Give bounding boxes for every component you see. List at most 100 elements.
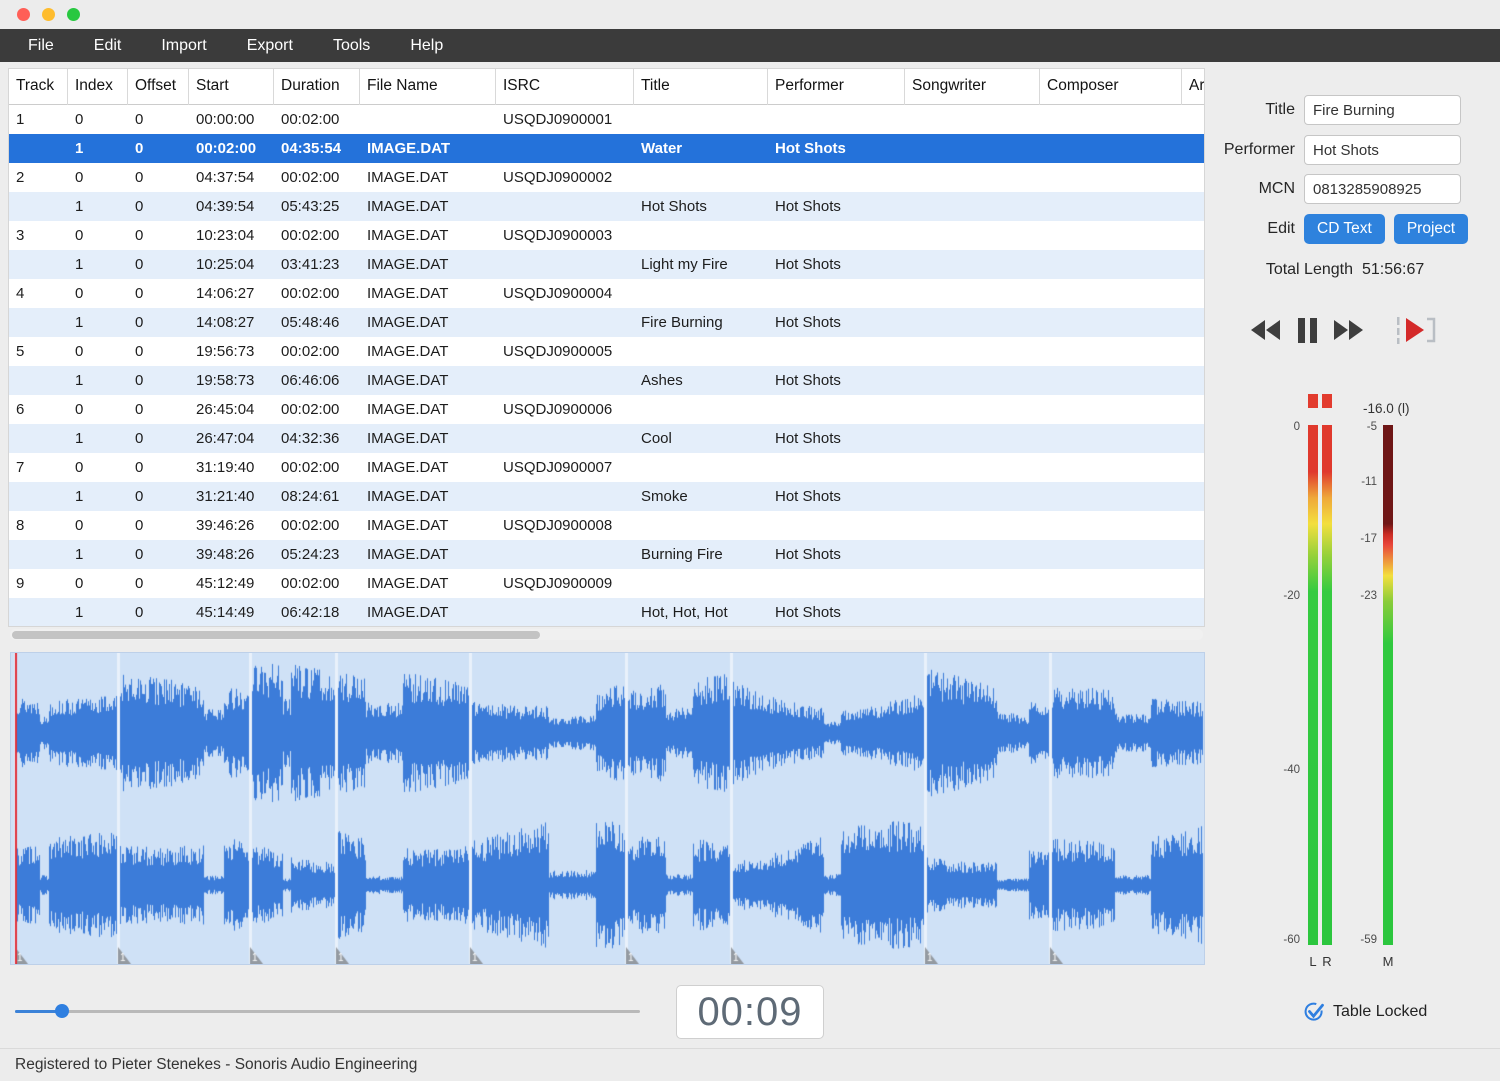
performer-input[interactable] [1304, 135, 1461, 165]
cell-duration: 03:41:23 [274, 256, 360, 273]
cell-performer: Hot Shots [768, 546, 905, 563]
slider-handle[interactable] [55, 1004, 69, 1018]
table-row[interactable]: 70031:19:4000:02:00IMAGE.DATUSQDJ0900007 [9, 453, 1204, 482]
cell-duration: 00:02:00 [274, 169, 360, 186]
cell-file: IMAGE.DAT [360, 575, 496, 592]
column-header-file-name[interactable]: File Name [360, 69, 496, 105]
cell-file: IMAGE.DAT [360, 227, 496, 244]
title-input[interactable] [1304, 95, 1461, 125]
table-row[interactable]: 30010:23:0400:02:00IMAGE.DATUSQDJ0900003 [9, 221, 1204, 250]
cell-duration: 00:02:00 [274, 401, 360, 418]
column-header-title[interactable]: Title [634, 69, 768, 105]
minimize-window-button[interactable] [42, 8, 55, 21]
table-row[interactable]: 1004:39:5405:43:25IMAGE.DATHot ShotsHot … [9, 192, 1204, 221]
menu-file[interactable]: File [8, 29, 74, 62]
menu-tools[interactable]: Tools [313, 29, 390, 62]
cell-performer: Hot Shots [768, 488, 905, 505]
table-row[interactable]: 50019:56:7300:02:00IMAGE.DATUSQDJ0900005 [9, 337, 1204, 366]
column-header-songwriter[interactable]: Songwriter [905, 69, 1040, 105]
table-row[interactable]: 1014:08:2705:48:46IMAGE.DATFire BurningH… [9, 308, 1204, 337]
table-locked-checkbox[interactable]: Table Locked [1303, 1001, 1427, 1023]
cell-title: Light my Fire [634, 256, 768, 273]
zoom-window-button[interactable] [67, 8, 80, 21]
column-header-composer[interactable]: Composer [1040, 69, 1182, 105]
project-button[interactable]: Project [1394, 214, 1468, 244]
waveform-canvas[interactable] [11, 653, 1204, 964]
menu-bar: FileEditImportExportToolsHelp [0, 29, 1500, 62]
menu-edit[interactable]: Edit [74, 29, 142, 62]
menu-help[interactable]: Help [390, 29, 463, 62]
cell-offset: 0 [128, 459, 189, 476]
m-scale-label: -11 [1337, 475, 1377, 489]
cell-track: 1 [9, 111, 68, 128]
cell-isrc: USQDJ0900004 [496, 285, 634, 302]
cell-offset: 0 [128, 372, 189, 389]
title-label: Title [1205, 101, 1295, 119]
cell-duration: 00:02:00 [274, 343, 360, 360]
cell-performer: Hot Shots [768, 198, 905, 215]
meter-scale-label: -20 [1260, 589, 1300, 603]
play-selection-button[interactable] [1395, 315, 1437, 345]
column-header-index[interactable]: Index [68, 69, 128, 105]
cell-track: 4 [9, 285, 68, 302]
table-row[interactable]: 1000:02:0004:35:54IMAGE.DATWaterHot Shot… [9, 134, 1204, 163]
table-row[interactable]: 1031:21:4008:24:61IMAGE.DATSmokeHot Shot… [9, 482, 1204, 511]
cell-start: 10:25:04 [189, 256, 274, 273]
meter-bar-mono [1383, 425, 1393, 945]
cell-offset: 0 [128, 111, 189, 128]
table-row[interactable]: 1019:58:7306:46:06IMAGE.DATAshesHot Shot… [9, 366, 1204, 395]
cell-file: IMAGE.DAT [360, 546, 496, 563]
table-horizontal-scrollbar[interactable] [10, 629, 1203, 640]
cell-index: 0 [68, 169, 128, 186]
column-header-isrc[interactable]: ISRC [496, 69, 634, 105]
loudness-readout: -16.0 (l) [1363, 401, 1410, 416]
table-row[interactable]: 80039:46:2600:02:00IMAGE.DATUSQDJ0900008 [9, 511, 1204, 540]
cell-duration: 04:35:54 [274, 140, 360, 157]
fast-forward-button[interactable] [1334, 320, 1364, 340]
cell-isrc: USQDJ0900003 [496, 227, 634, 244]
column-header-duration[interactable]: Duration [274, 69, 360, 105]
cell-offset: 0 [128, 169, 189, 186]
column-header-track[interactable]: Track [9, 69, 68, 105]
status-bar: Registered to Pieter Stenekes - Sonoris … [0, 1048, 1500, 1081]
cell-start: 26:45:04 [189, 401, 274, 418]
scrollbar-thumb[interactable] [12, 631, 540, 639]
cell-performer: Hot Shots [768, 604, 905, 621]
close-window-button[interactable] [17, 8, 30, 21]
table-row[interactable]: 1045:14:4906:42:18IMAGE.DATHot, Hot, Hot… [9, 598, 1204, 627]
table-row[interactable]: 10000:00:0000:02:00USQDJ0900001 [9, 105, 1204, 134]
mcn-input[interactable] [1304, 174, 1461, 204]
column-header-arr[interactable]: Arr [1182, 69, 1205, 105]
cell-performer: Hot Shots [768, 256, 905, 273]
column-header-performer[interactable]: Performer [768, 69, 905, 105]
cd-text-button[interactable]: CD Text [1304, 214, 1385, 244]
cell-offset: 0 [128, 285, 189, 302]
column-header-offset[interactable]: Offset [128, 69, 189, 105]
rewind-button[interactable] [1251, 320, 1281, 340]
time-display: 00:09 [676, 985, 824, 1039]
table-row[interactable]: 20004:37:5400:02:00IMAGE.DATUSQDJ0900002 [9, 163, 1204, 192]
menu-export[interactable]: Export [227, 29, 313, 62]
cell-file: IMAGE.DAT [360, 314, 496, 331]
meter-scale-label: -40 [1260, 763, 1300, 777]
table-row[interactable]: 90045:12:4900:02:00IMAGE.DATUSQDJ0900009 [9, 569, 1204, 598]
cell-offset: 0 [128, 430, 189, 447]
cell-duration: 00:02:00 [274, 227, 360, 244]
table-row[interactable]: 1010:25:0403:41:23IMAGE.DATLight my Fire… [9, 250, 1204, 279]
transport-controls [1251, 315, 1437, 345]
cell-start: 26:47:04 [189, 430, 274, 447]
pause-button[interactable] [1298, 318, 1317, 343]
playback-slider[interactable] [15, 1010, 640, 1013]
cell-index: 0 [68, 343, 128, 360]
table-row[interactable]: 1039:48:2605:24:23IMAGE.DATBurning FireH… [9, 540, 1204, 569]
cell-isrc: USQDJ0900001 [496, 111, 634, 128]
column-header-start[interactable]: Start [189, 69, 274, 105]
table-row[interactable]: 1026:47:0404:32:36IMAGE.DATCoolHot Shots [9, 424, 1204, 453]
cell-start: 19:56:73 [189, 343, 274, 360]
menu-import[interactable]: Import [141, 29, 226, 62]
table-locked-label: Table Locked [1333, 1003, 1427, 1021]
cell-index: 0 [68, 575, 128, 592]
cell-duration: 05:48:46 [274, 314, 360, 331]
table-row[interactable]: 60026:45:0400:02:00IMAGE.DATUSQDJ0900006 [9, 395, 1204, 424]
table-row[interactable]: 40014:06:2700:02:00IMAGE.DATUSQDJ0900004 [9, 279, 1204, 308]
